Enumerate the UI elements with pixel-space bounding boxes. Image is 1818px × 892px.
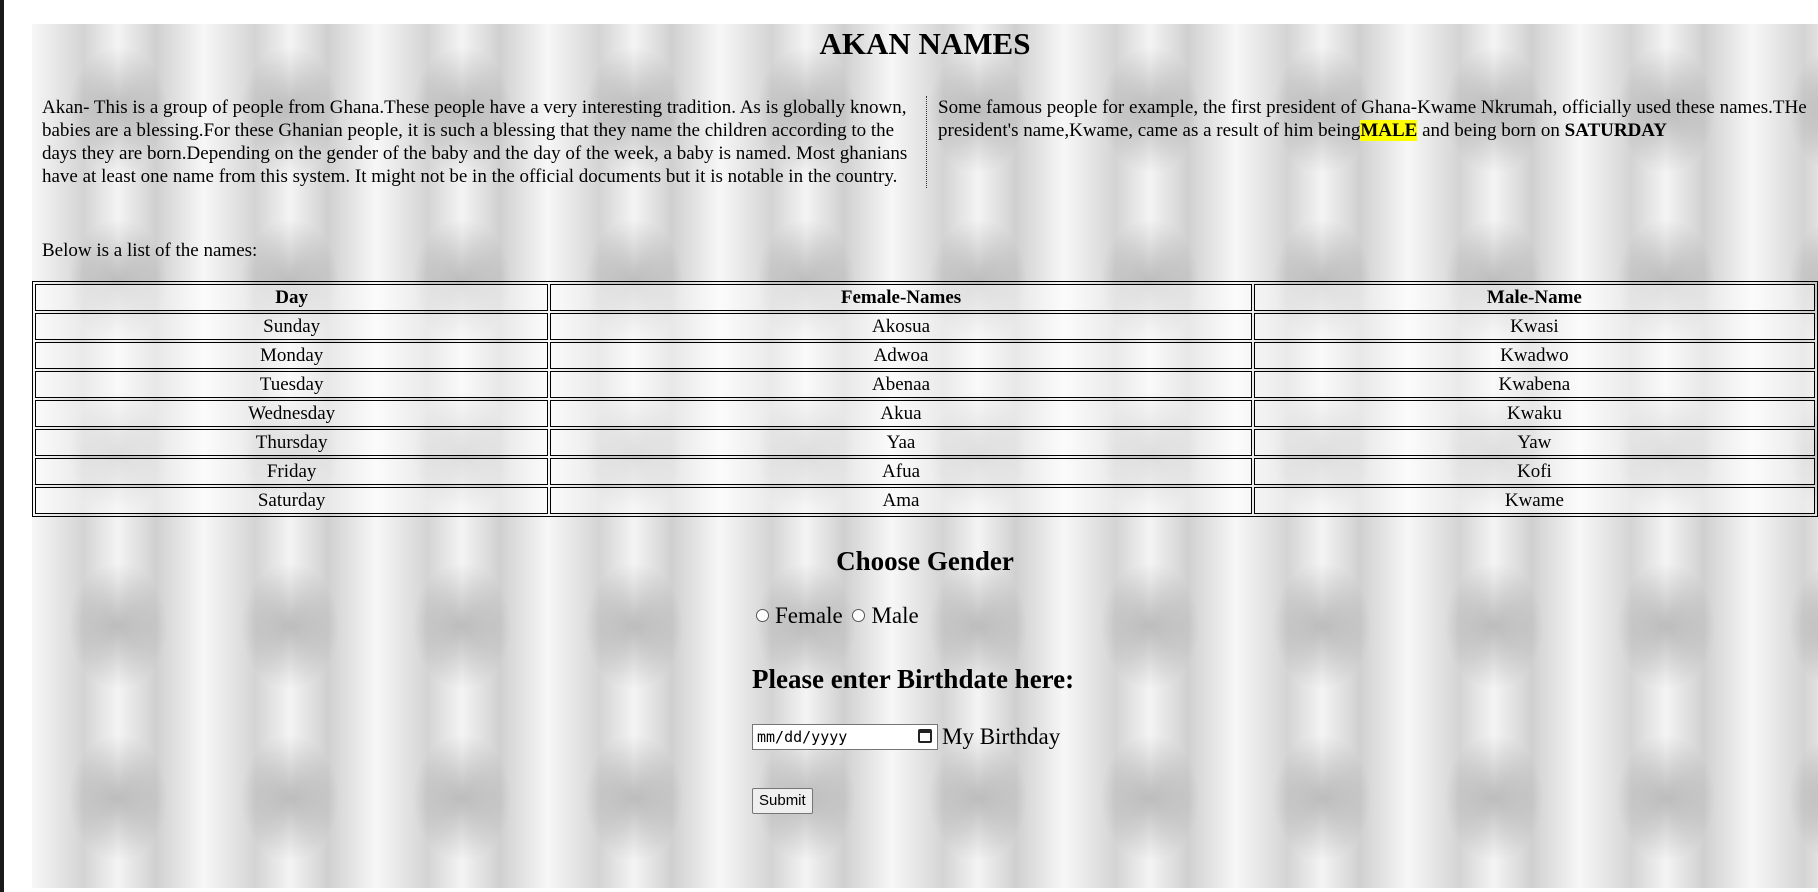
intro-main-text: Akan- This is a group of people from Gha…: [42, 97, 1807, 187]
cell-day: Wednesday: [35, 400, 549, 427]
birthdate-title: Please enter Birthdate here:: [752, 664, 1075, 694]
male-radio[interactable]: [852, 609, 866, 623]
birthdate-row: mm/dd/yyyy My Birthday: [752, 720, 1060, 752]
gender-title: Choose Gender: [836, 546, 1014, 576]
cell-day: Sunday: [35, 313, 549, 340]
header-day: Day: [35, 284, 549, 311]
calendar-icon[interactable]: [918, 728, 932, 743]
cell-day: Friday: [35, 458, 549, 485]
cell-male-name: Kwadwo: [1253, 342, 1815, 369]
cell-male-name: Kwasi: [1253, 313, 1815, 340]
birthdate-label: My Birthday: [942, 723, 1061, 749]
page-title: AKAN NAMES: [819, 26, 1031, 61]
intro-paragraph: Akan- This is a group of people from Gha…: [42, 96, 1810, 188]
table-row: Monday Adwoa Kwadwo: [35, 342, 1815, 369]
bold-saturday: SATURDAY: [1564, 120, 1667, 141]
submit-button[interactable]: Submit: [752, 788, 813, 814]
names-table: Day Female-Names Male-Name Sunday Akosua…: [32, 281, 1818, 517]
cell-day: Saturday: [35, 487, 549, 514]
birthdate-input[interactable]: mm/dd/yyyy: [752, 723, 938, 750]
header-male-name: Male-Name: [1253, 284, 1815, 311]
female-radio[interactable]: [756, 609, 769, 623]
page-container: AKAN NAMES Akan- This is a group of peop…: [32, 24, 1818, 888]
table-row: Saturday Ama Kwame: [35, 487, 1815, 514]
date-placeholder: mm/dd/yyyy: [757, 727, 848, 746]
cell-female-name: Afua: [550, 458, 1252, 485]
cell-male-name: Kwame: [1253, 487, 1815, 514]
table-row: Wednesday Akua Kwaku: [35, 400, 1815, 427]
cell-male-name: Kwabena: [1253, 371, 1815, 398]
cell-day: Thursday: [35, 429, 549, 456]
intro-text: Akan- This is a group of people from Gha…: [42, 96, 1810, 188]
cell-female-name: Akua: [550, 400, 1252, 427]
cell-day: Tuesday: [35, 371, 549, 398]
table-row: Thursday Yaa Yaw: [35, 429, 1815, 456]
table-row: Friday Afua Kofi: [35, 458, 1815, 485]
window-edge: [0, 0, 4, 892]
cell-male-name: Kwaku: [1253, 400, 1815, 427]
table-row: Sunday Akosua Kwasi: [35, 313, 1815, 340]
cell-female-name: Ama: [550, 487, 1252, 514]
header-female-names: Female-Names: [550, 284, 1252, 311]
cell-female-name: Yaa: [550, 429, 1252, 456]
cell-female-name: Abenaa: [550, 371, 1252, 398]
female-label[interactable]: Female: [775, 603, 843, 628]
cell-female-name: Adwoa: [550, 342, 1252, 369]
cell-day: Monday: [35, 342, 549, 369]
intro-after-text: and being born on: [1417, 120, 1565, 141]
cell-male-name: Yaw: [1253, 429, 1815, 456]
cell-male-name: Kofi: [1253, 458, 1815, 485]
male-label[interactable]: Male: [871, 603, 918, 628]
highlight-male: MALE: [1360, 120, 1418, 141]
table-header-row: Day Female-Names Male-Name: [35, 284, 1815, 311]
cell-female-name: Akosua: [550, 313, 1252, 340]
list-intro: Below is a list of the names:: [42, 240, 258, 261]
gender-options: Female Male: [752, 602, 919, 630]
table-row: Tuesday Abenaa Kwabena: [35, 371, 1815, 398]
